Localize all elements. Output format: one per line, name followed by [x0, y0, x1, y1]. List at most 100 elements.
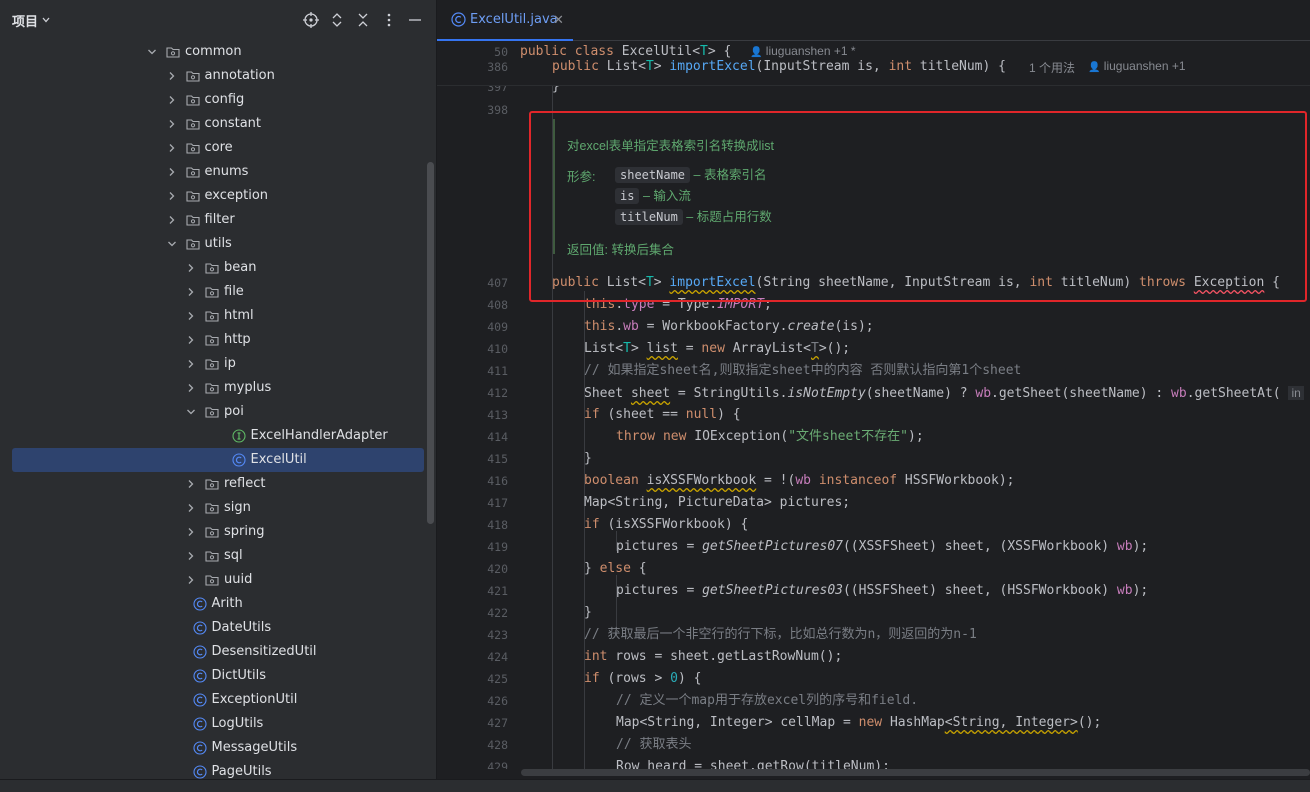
- collapse-all-icon[interactable]: [354, 11, 372, 29]
- code-line[interactable]: Sheet sheet = StringUtils.isNotEmpty(she…: [584, 382, 1304, 404]
- java-interface-icon: [231, 429, 246, 443]
- line-number: 410: [487, 342, 508, 356]
- tree-node[interactable]: sign: [0, 496, 428, 520]
- minimize-icon[interactable]: [406, 11, 424, 29]
- chevron-right-icon[interactable]: [185, 478, 197, 490]
- code-line[interactable]: if (isXSSFWorkbook) {: [584, 514, 748, 536]
- code-line[interactable]: if (sheet == null) {: [584, 404, 741, 426]
- expand-all-icon[interactable]: [328, 11, 346, 29]
- line-number: 427: [487, 716, 508, 730]
- tree-node[interactable]: http: [0, 328, 428, 352]
- code-line[interactable]: } else {: [584, 558, 647, 580]
- tree-node[interactable]: ip: [0, 352, 428, 376]
- chevron-down-icon[interactable]: [146, 46, 158, 58]
- highlight-annotation-box: [529, 111, 1307, 302]
- chevron-down-icon[interactable]: [185, 406, 197, 418]
- tree-node[interactable]: LogUtils: [0, 712, 428, 736]
- code-line[interactable]: List<T> list = new ArrayList<T>();: [584, 338, 850, 360]
- tree-node[interactable]: DateUtils: [0, 616, 428, 640]
- project-tree-scrollbar[interactable]: [427, 162, 434, 524]
- chevron-right-icon[interactable]: [185, 358, 197, 370]
- chevron-right-icon[interactable]: [185, 526, 197, 538]
- tree-node[interactable]: spring: [0, 520, 428, 544]
- tree-node-label: sign: [224, 500, 251, 515]
- more-options-icon[interactable]: [380, 11, 398, 29]
- usages-hint[interactable]: 1 个用法: [1029, 59, 1075, 76]
- code-line[interactable]: Map<String, Integer> cellMap = new HashM…: [616, 712, 1101, 734]
- sticky-scroll-header[interactable]: 50 public class ExcelUtil<T> { 👤 liuguan…: [437, 41, 1310, 86]
- tree-node[interactable]: exception: [0, 184, 428, 208]
- chevron-right-icon[interactable]: [185, 262, 197, 274]
- chevron-right-icon[interactable]: [166, 94, 178, 106]
- tree-node[interactable]: DictUtils: [0, 664, 428, 688]
- folder-icon: [185, 95, 200, 106]
- tree-node[interactable]: bean: [0, 256, 428, 280]
- code-line[interactable]: }: [584, 602, 592, 624]
- tree-node[interactable]: ExceptionUtil: [0, 688, 428, 712]
- chevron-right-icon[interactable]: [166, 166, 178, 178]
- java-class-icon: [192, 621, 207, 635]
- chevron-right-icon[interactable]: [185, 334, 197, 346]
- sticky-line-method[interactable]: public List<T> importExcel(InputStream i…: [552, 56, 1006, 78]
- tree-node[interactable]: common: [0, 40, 428, 64]
- tree-node[interactable]: uuid: [0, 568, 428, 592]
- tree-node[interactable]: html: [0, 304, 428, 328]
- tree-node[interactable]: utils: [0, 232, 428, 256]
- code-line[interactable]: // 获取最后一个非空行的行下标，比如总行数为n，则返回的为n-1: [584, 624, 977, 646]
- locate-icon[interactable]: [302, 11, 320, 29]
- code-line[interactable]: }: [584, 448, 592, 470]
- code-line[interactable]: if (rows > 0) {: [584, 668, 701, 690]
- code-line[interactable]: throw new IOException("文件sheet不存在");: [616, 426, 924, 448]
- line-number: 419: [487, 540, 508, 554]
- tree-node-label: ExcelHandlerAdapter: [250, 428, 388, 443]
- code-line[interactable]: // 获取表头: [616, 734, 691, 756]
- code-line[interactable]: int rows = sheet.getLastRowNum();: [584, 646, 842, 668]
- chevron-right-icon[interactable]: [185, 310, 197, 322]
- tree-node[interactable]: reflect: [0, 472, 428, 496]
- tree-node[interactable]: enums: [0, 160, 428, 184]
- tree-node[interactable]: ExcelHandlerAdapter: [0, 424, 428, 448]
- chevron-right-icon[interactable]: [166, 70, 178, 82]
- chevron-right-icon[interactable]: [166, 190, 178, 202]
- tree-node[interactable]: DesensitizedUtil: [0, 640, 428, 664]
- code-line[interactable]: Row heard = sheet.getRow(titleNum);: [616, 756, 890, 769]
- chevron-right-icon[interactable]: [166, 142, 178, 154]
- tree-node[interactable]: poi: [0, 400, 428, 424]
- project-panel-title[interactable]: 项目: [12, 11, 38, 30]
- chevron-right-icon[interactable]: [185, 286, 197, 298]
- author-hint-2[interactable]: 👤 liuguanshen +1: [1088, 59, 1186, 73]
- tree-node[interactable]: core: [0, 136, 428, 160]
- code-line[interactable]: // 定义一个map用于存放excel列的序号和field.: [616, 690, 918, 712]
- code-line[interactable]: pictures = getSheetPictures07((XSSFSheet…: [616, 536, 1148, 558]
- tree-node[interactable]: config: [0, 88, 428, 112]
- chevron-right-icon[interactable]: [185, 502, 197, 514]
- chevron-right-icon[interactable]: [166, 214, 178, 226]
- code-line[interactable]: pictures = getSheetPictures03((HSSFSheet…: [616, 580, 1148, 602]
- editor-horizontal-scrollbar[interactable]: [521, 769, 1310, 776]
- tree-node[interactable]: Arith: [0, 592, 428, 616]
- code-line[interactable]: boolean isXSSFWorkbook = !(wb instanceof…: [584, 470, 1015, 492]
- code-line[interactable]: this.wb = WorkbookFactory.create(is);: [584, 316, 874, 338]
- code-line[interactable]: Map<String, PictureData> pictures;: [584, 492, 850, 514]
- chevron-right-icon[interactable]: [185, 382, 197, 394]
- chevron-right-icon[interactable]: [185, 574, 197, 586]
- chevron-right-icon[interactable]: [185, 550, 197, 562]
- tree-node[interactable]: PageUtils: [0, 760, 428, 779]
- chevron-right-icon[interactable]: [166, 118, 178, 130]
- tree-node[interactable]: ExcelUtil: [12, 448, 424, 472]
- tree-node[interactable]: annotation: [0, 64, 428, 88]
- tab-excelutil[interactable]: ExcelUtil.java ✕: [437, 0, 573, 41]
- chevron-down-icon[interactable]: [166, 238, 178, 250]
- chevron-down-icon[interactable]: [41, 15, 51, 25]
- tree-node[interactable]: myplus: [0, 376, 428, 400]
- tree-node[interactable]: file: [0, 280, 428, 304]
- folder-icon: [166, 47, 180, 58]
- tree-node[interactable]: filter: [0, 208, 428, 232]
- line-number: 415: [487, 452, 508, 466]
- close-icon[interactable]: ✕: [553, 13, 564, 28]
- tree-node[interactable]: sql: [0, 544, 428, 568]
- line-number: 412: [487, 386, 508, 400]
- code-line[interactable]: // 如果指定sheet名,则取指定sheet中的内容 否则默认指向第1个she…: [584, 360, 1021, 382]
- tree-node[interactable]: MessageUtils: [0, 736, 428, 760]
- tree-node[interactable]: constant: [0, 112, 428, 136]
